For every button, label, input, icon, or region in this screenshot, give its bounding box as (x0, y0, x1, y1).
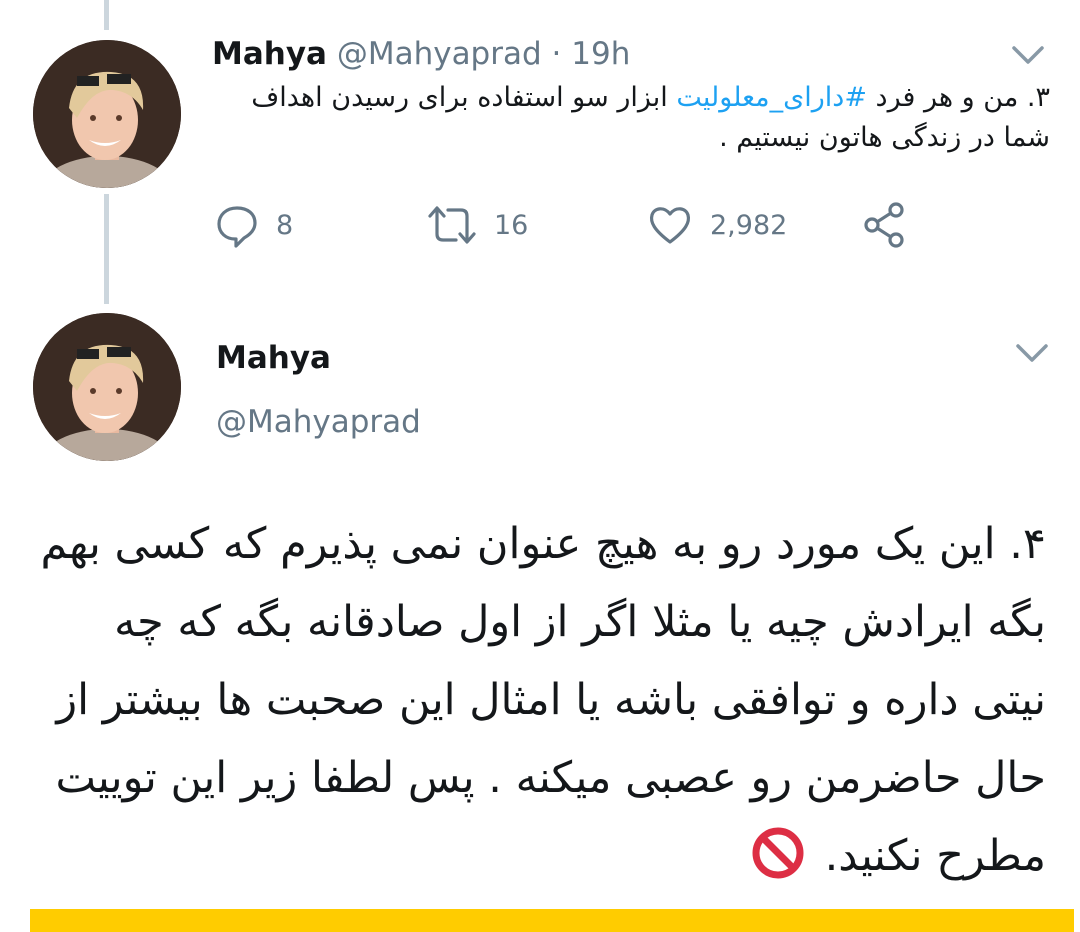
avatar[interactable] (33, 40, 181, 188)
display-name[interactable]: Mahya (216, 336, 331, 380)
reply-icon (217, 206, 257, 248)
separator-dot: · (551, 36, 562, 72)
tweet-text: ۳. من و هر فرد #دارای_معلولیت ابزار سو ا… (212, 78, 1050, 158)
retweet-button[interactable]: 16 (426, 200, 528, 250)
like-button[interactable]: 2,982 (646, 200, 787, 250)
tweet-header: Mahya @Mahyaprad · 19h (212, 34, 630, 74)
user-handle[interactable]: @Mahyaprad (337, 36, 542, 72)
avatar-photo (33, 313, 181, 461)
thread-line-top (104, 0, 109, 30)
bottom-banner-bar (30, 909, 1074, 932)
hashtag-link[interactable]: #دارای_معلولیت (676, 82, 867, 113)
share-button[interactable] (860, 200, 910, 250)
chevron-down-icon[interactable] (1008, 40, 1048, 70)
avatar-photo (33, 40, 181, 188)
reply-button[interactable]: 8 (214, 200, 293, 250)
thread-line-middle (104, 194, 109, 304)
reply-count: 8 (276, 209, 294, 241)
retweet-count: 16 (494, 209, 529, 241)
no-entry-emoji (752, 827, 804, 879)
tweet-text-content: ۴. این یک مورد رو به هیچ عنوان نمی پذیرم… (40, 519, 1046, 881)
tweet-text: ۴. این یک مورد رو به هیچ عنوان نمی پذیرم… (36, 505, 1046, 895)
timestamp[interactable]: 19h (571, 36, 630, 72)
like-count: 2,982 (710, 209, 788, 241)
user-handle[interactable]: @Mahyaprad (216, 400, 421, 444)
share-icon (864, 202, 904, 248)
display-name[interactable]: Mahya (212, 36, 327, 72)
like-icon (649, 207, 691, 244)
chevron-down-icon[interactable] (1012, 338, 1052, 368)
tweet-text-before: ۳. من و هر فرد (866, 82, 1050, 113)
retweet-icon (428, 206, 476, 244)
avatar[interactable] (33, 313, 181, 461)
